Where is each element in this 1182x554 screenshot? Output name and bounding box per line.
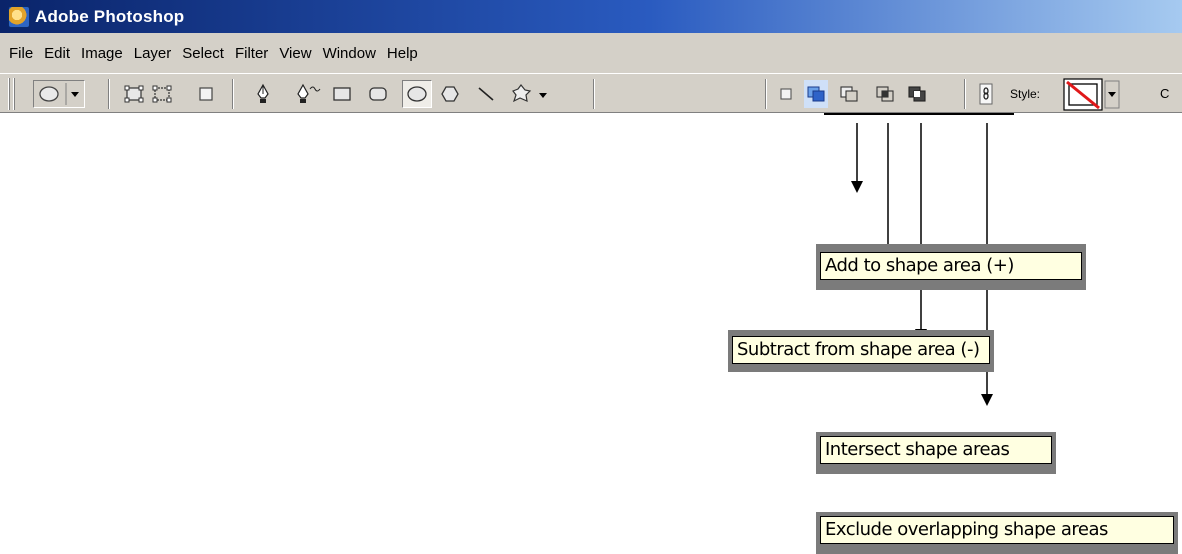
callout-add-to-shape-area: Add to shape area (+)	[820, 252, 1082, 280]
callout-exclude-overlapping-shape-areas: Exclude overlapping shape areas	[820, 516, 1174, 544]
callout-intersect-shape-areas: Intersect shape areas	[820, 436, 1052, 464]
callout-subtract-from-shape-area: Subtract from shape area (-)	[732, 336, 990, 364]
